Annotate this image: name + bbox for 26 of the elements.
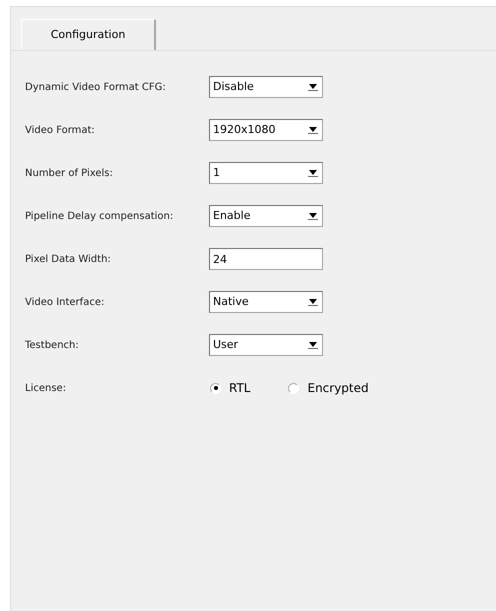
radio-label: RTL — [229, 380, 250, 397]
field-label: License: — [25, 382, 68, 396]
radio-label: Encrypted — [307, 380, 369, 397]
radio-button[interactable] — [288, 382, 300, 394]
dropdown[interactable]: 1 — [209, 162, 323, 184]
caret-icon — [308, 341, 318, 349]
caret-icon — [308, 83, 318, 91]
radio-button[interactable] — [210, 382, 221, 394]
field-label: Testbench: — [25, 338, 80, 352]
field-label: Video Interface: — [25, 296, 106, 310]
caret-icon — [308, 212, 318, 220]
caret-icon — [308, 126, 318, 134]
tab[interactable]: Configuration — [21, 19, 156, 50]
field-label: Pixel Data Width: — [25, 252, 112, 266]
dropdown[interactable]: User — [209, 334, 323, 356]
field-label: Video Format: — [25, 124, 96, 138]
input-field[interactable]: 24 — [209, 248, 323, 270]
caret-icon — [308, 298, 318, 306]
caret-icon — [308, 169, 318, 177]
field-label: Pipeline Delay compensation: — [25, 210, 174, 224]
field-label: Number of Pixels: — [25, 166, 114, 180]
dropdown[interactable]: Disable — [209, 76, 323, 98]
field-label: Dynamic Video Format CFG: — [25, 80, 167, 94]
dropdown[interactable]: 1920x1080 — [209, 119, 323, 141]
dropdown[interactable]: Enable — [209, 205, 323, 227]
dropdown[interactable]: Native — [209, 291, 323, 313]
